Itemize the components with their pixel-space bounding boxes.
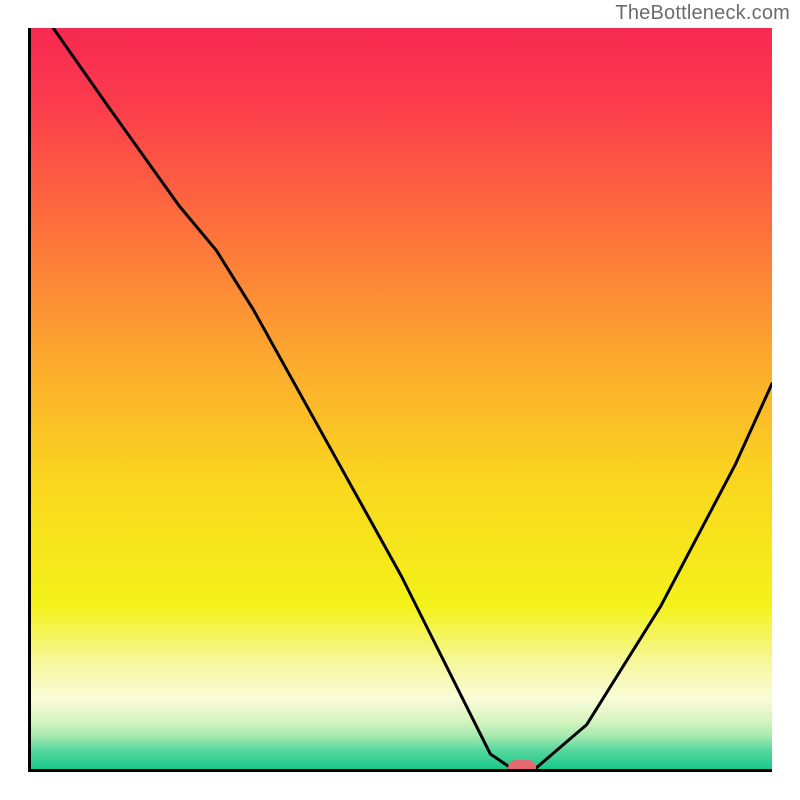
watermark-label: TheBottleneck.com bbox=[615, 2, 790, 25]
gradient-fill bbox=[31, 28, 772, 769]
plot-area bbox=[28, 28, 772, 772]
plot-inner bbox=[31, 28, 772, 769]
chart-frame: TheBottleneck.com bbox=[0, 0, 800, 800]
plot-svg bbox=[31, 28, 772, 769]
optimum-marker bbox=[508, 760, 536, 769]
